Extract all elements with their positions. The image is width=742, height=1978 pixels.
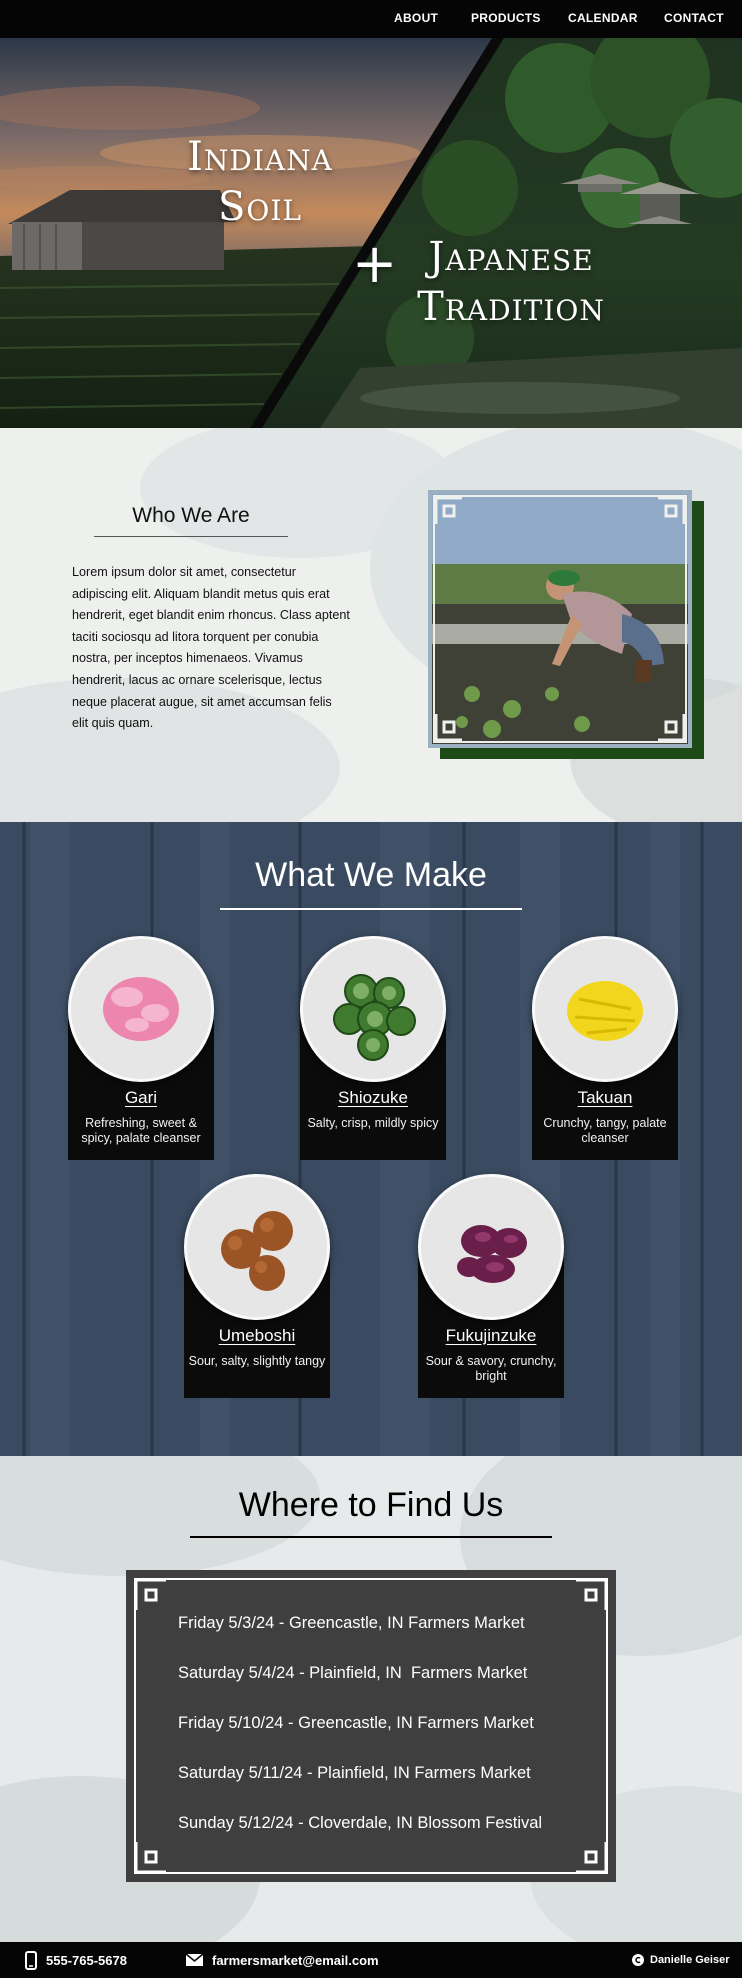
takuan-plate-image: [532, 936, 678, 1082]
event-item: Saturday 5/11/24 - Plainfield, IN Farmer…: [178, 1764, 531, 1782]
nav-contact[interactable]: CONTACT: [664, 11, 724, 25]
hero-right-title: Japanese Tradition: [404, 232, 618, 332]
shiozuke-plate-image: [300, 936, 446, 1082]
product-name: Takuan: [577, 1088, 633, 1107]
events-board: Friday 5/3/24 - Greencastle, IN Farmers …: [126, 1570, 616, 1882]
make-heading-underline: [220, 908, 522, 910]
hero-right-title-line1: Japanese: [428, 234, 594, 280]
hero-plus-sign: +: [352, 232, 398, 295]
who-we-are-section: Who We Are Lorem ipsum dolor sit amet, c…: [0, 428, 742, 822]
product-description: Refreshing, sweet & spicy, palate cleans…: [81, 1116, 201, 1145]
nav-products[interactable]: PRODUCTS: [471, 11, 541, 25]
phone-icon: [25, 1951, 37, 1970]
product-card-fukujinzuke[interactable]: Fukujinzuke Sour & savory, crunchy, brig…: [418, 1174, 564, 1398]
event-item: Friday 5/10/24 - Greencastle, IN Farmers…: [178, 1714, 534, 1732]
who-body-text: Lorem ipsum dolor sit amet, consectetur …: [72, 565, 350, 731]
umeboshi-plate-image: [184, 1174, 330, 1320]
copyright-icon: [632, 1954, 644, 1966]
make-heading: What We Make: [255, 856, 487, 894]
hero-left-title: Indiana Soil: [172, 132, 348, 232]
top-navigation: ABOUT PRODUCTS CALENDAR CONTACT: [0, 0, 742, 38]
product-card-umeboshi[interactable]: Umeboshi Sour, salty, slightly tangy: [184, 1174, 330, 1398]
farmer-photo: [428, 490, 692, 748]
who-heading-underline: [94, 536, 288, 537]
event-item: Friday 5/3/24 - Greencastle, IN Farmers …: [178, 1614, 525, 1632]
product-card-shiozuke[interactable]: Shiozuke Salty, crisp, mildly spicy: [300, 936, 446, 1160]
where-heading-underline: [190, 1536, 552, 1538]
hero-right-title-line2: Tradition: [417, 284, 605, 330]
gari-plate-image: [68, 936, 214, 1082]
what-we-make-section: What We Make Gari Refreshing, sweet & sp…: [0, 822, 742, 1456]
fukujinzuke-plate-image: [418, 1174, 564, 1320]
product-name: Shiozuke: [338, 1088, 408, 1107]
footer-credit: Danielle Geiser: [650, 1954, 730, 1966]
hero-left-title-line2: Soil: [217, 184, 302, 230]
hero-left-title-line1: Indiana: [187, 134, 333, 180]
event-item: Sunday 5/12/24 - Cloverdale, IN Blossom …: [178, 1814, 543, 1832]
email-icon: [186, 1954, 203, 1966]
footer-email[interactable]: farmersmarket@email.com: [212, 1953, 379, 1968]
hero-banner: Indiana Soil + Japanese Tradition: [0, 38, 742, 428]
footer-phone[interactable]: 555-765-5678: [46, 1953, 127, 1968]
product-description: Sour, salty, slightly tangy: [188, 1354, 326, 1368]
product-name: Fukujinzuke: [445, 1326, 537, 1345]
footer: 555-765-5678 farmersmarket@email.com Dan…: [0, 1942, 742, 1978]
where-heading: Where to Find Us: [238, 1486, 504, 1524]
nav-calendar[interactable]: CALENDAR: [568, 11, 638, 25]
product-card-takuan[interactable]: Takuan Crunchy, tangy, palate cleanser: [532, 936, 678, 1160]
where-to-find-us-section: Where to Find Us Friday 5/3/24 - Greenca…: [0, 1456, 742, 1942]
product-description: Crunchy, tangy, palate cleanser: [543, 1116, 667, 1145]
product-name: Gari: [124, 1088, 158, 1107]
product-name: Umeboshi: [218, 1326, 296, 1345]
product-card-gari[interactable]: Gari Refreshing, sweet & spicy, palate c…: [68, 936, 214, 1160]
who-heading: Who We Are: [132, 504, 250, 527]
product-description: Sour & savory, crunchy, bright: [425, 1354, 557, 1383]
event-item: Saturday 5/4/24 - Plainfield, IN Farmers…: [178, 1664, 528, 1682]
product-description: Salty, crisp, mildly spicy: [307, 1116, 439, 1130]
frame-corner-ornaments: [433, 495, 687, 743]
nav-about[interactable]: ABOUT: [394, 11, 438, 25]
